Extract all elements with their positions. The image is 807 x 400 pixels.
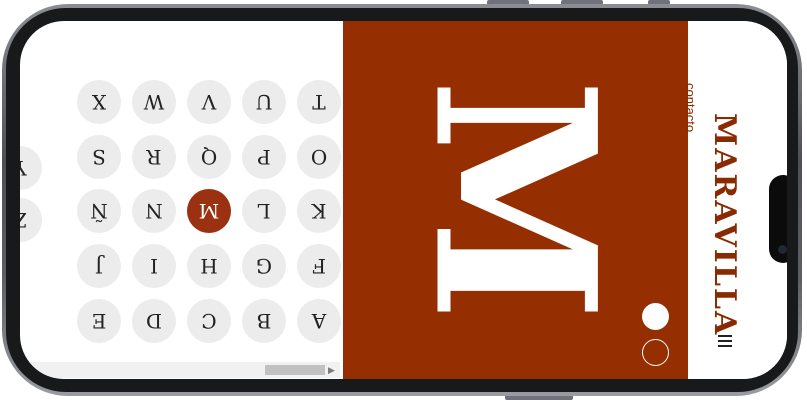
- selected-letter-display: M: [386, 78, 645, 322]
- letter-button-l[interactable]: L: [242, 189, 286, 233]
- letter-button-enye[interactable]: Ñ: [77, 189, 121, 233]
- brand-logo[interactable]: MARAVILLA: [707, 113, 742, 336]
- letter-button-s[interactable]: S: [77, 135, 121, 179]
- letter-button-q[interactable]: Q: [187, 135, 231, 179]
- letter-button-d[interactable]: D: [132, 299, 176, 343]
- phone-screen: ABCDEFGHIJKLMNÑOPQRSTUVWX Y Z ▶ M contac…: [20, 21, 787, 379]
- letter-button-u[interactable]: U: [242, 80, 286, 124]
- contact-link[interactable]: contacto: [683, 83, 698, 132]
- letter-button-g[interactable]: G: [242, 244, 286, 288]
- letter-button-k[interactable]: K: [297, 189, 341, 233]
- letter-button-v[interactable]: V: [187, 80, 231, 124]
- letter-button-f[interactable]: F: [297, 244, 341, 288]
- letter-button-c[interactable]: C: [187, 299, 231, 343]
- letter-button-p[interactable]: P: [242, 135, 286, 179]
- slide-dot-filled-icon[interactable]: [642, 303, 669, 330]
- camera-icon: [778, 245, 787, 254]
- letter-button-b[interactable]: B: [242, 299, 286, 343]
- letter-button-j[interactable]: J: [77, 244, 121, 288]
- letter-button-o[interactable]: O: [297, 135, 341, 179]
- phone-mockup: ABCDEFGHIJKLMNÑOPQRSTUVWX Y Z ▶ M contac…: [0, 0, 807, 400]
- letter-display-panel: M: [343, 21, 688, 379]
- slide-dot-outline-icon[interactable]: [642, 339, 669, 366]
- letter-button-a[interactable]: A: [297, 299, 341, 343]
- letter-button-i[interactable]: I: [132, 244, 176, 288]
- letter-button-r[interactable]: R: [132, 135, 176, 179]
- letter-grid-rotated: ABCDE FGHIJ KLMNÑ OPQRS TUVWX: [20, 21, 343, 379]
- letter-button-e[interactable]: E: [77, 299, 121, 343]
- letter-grid: ABCDEFGHIJKLMNÑOPQRSTUVWX Y Z ▶: [20, 21, 343, 379]
- letter-button-h[interactable]: H: [187, 244, 231, 288]
- scrollbar-thumb[interactable]: [265, 365, 325, 375]
- letter-button-x[interactable]: X: [77, 80, 121, 124]
- menu-icon[interactable]: [718, 335, 732, 347]
- letter-button-m[interactable]: M: [187, 189, 231, 233]
- horizontal-scrollbar[interactable]: ▶: [20, 362, 340, 378]
- letter-button-w[interactable]: W: [132, 80, 176, 124]
- letter-button-t[interactable]: T: [297, 80, 341, 124]
- letter-button-n[interactable]: N: [132, 189, 176, 233]
- camera-notch: [769, 175, 787, 263]
